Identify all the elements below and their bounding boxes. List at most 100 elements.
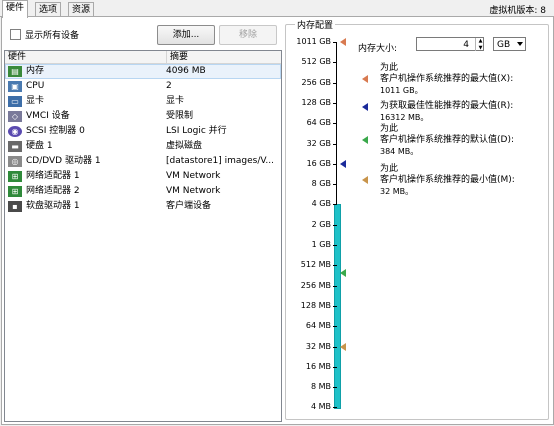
list-item-label: 内存 <box>26 66 45 76</box>
tab-resources[interactable]: 资源 <box>68 2 95 17</box>
legend-item: 为此 客户机操作系统推荐的默认值(D): 384 MB。 <box>380 124 548 157</box>
legend-marker-icon <box>362 75 368 83</box>
list-item-label: 软盘驱动器 1 <box>26 201 80 211</box>
scale-tick-label: 512 GB <box>301 57 332 67</box>
scale-tick <box>333 387 337 389</box>
floppy-icon: ▪ <box>8 201 22 212</box>
tab-hardware[interactable]: 硬件 <box>2 0 29 18</box>
memory-size-input[interactable]: 4 <box>416 37 484 51</box>
scale-tick-label: 256 MB <box>300 280 331 290</box>
legend-line1: 为此 <box>380 63 399 73</box>
show-all-devices-label: 显示所有设备 <box>25 31 80 41</box>
legend-value: 16312 MB。 <box>380 113 429 122</box>
legend-line2: 客户机操作系统推荐的最小值(M): <box>380 175 515 185</box>
scale-tick <box>333 245 337 246</box>
scale-tick-label: 512 MB <box>300 260 331 270</box>
show-all-devices-checkbox[interactable]: 显示所有设备 <box>10 28 79 41</box>
legend-line1: 为此 <box>380 164 399 174</box>
list-item-summary: [datastore1] images/V... <box>166 156 274 166</box>
list-item-label: CPU <box>26 81 45 91</box>
list-item-video-card[interactable]: ▭ 显卡 显卡 <box>5 94 281 109</box>
add-button[interactable]: 添加... <box>157 25 215 45</box>
column-hardware[interactable]: 硬件 <box>5 51 167 63</box>
scale-tick <box>333 143 337 145</box>
chevron-down-icon <box>517 42 523 46</box>
scale-tick <box>333 82 337 84</box>
list-item-summary: 客户端设备 <box>166 201 212 211</box>
scale-tick-label: 8 MB <box>310 382 331 392</box>
memory-icon: ▤ <box>8 66 22 77</box>
scale-tick-label: 8 GB <box>311 179 331 189</box>
scale-tick-label: 64 MB <box>305 321 331 331</box>
memory-config-title: 内存配置 <box>295 18 336 31</box>
memory-unit-value: GB <box>497 40 511 50</box>
list-item-summary: VM Network <box>166 186 221 196</box>
max-recommended-marker <box>340 38 346 46</box>
list-item-label: 网络适配器 2 <box>26 186 80 196</box>
legend-line2: 客户机操作系统推荐的默认值(D): <box>380 135 514 145</box>
scale-tick <box>333 305 337 307</box>
legend-item: 为此 客户机操作系统推荐的最大值(X): 1011 GB。 <box>380 63 548 96</box>
memory-size-label: 内存大小: <box>358 44 398 54</box>
column-summary[interactable]: 摘要 <box>167 51 188 63</box>
tab-options[interactable]: 选项 <box>35 2 62 17</box>
vm-version-label: 虚拟机版本: 8 <box>489 6 546 16</box>
list-item-hard-disk[interactable]: ▬ 硬盘 1 虚拟磁盘 <box>5 139 281 154</box>
legend-item: 为此 客户机操作系统推荐的最小值(M): 32 MB。 <box>380 164 548 197</box>
scale-tick <box>333 224 337 226</box>
scale-tick-label: 16 GB <box>306 158 331 168</box>
list-item-label: CD/DVD 驱动器 1 <box>26 156 101 166</box>
list-item-summary: 显卡 <box>166 96 185 106</box>
video-card-icon: ▭ <box>8 96 22 107</box>
min-recommended-marker <box>340 342 346 351</box>
memory-unit-select[interactable]: GB <box>493 37 526 51</box>
scale-tick-label: 4 MB <box>310 402 331 412</box>
legend-value: 1011 GB。 <box>380 86 423 95</box>
scale-tick <box>333 163 337 165</box>
default-recommended-marker <box>340 269 346 278</box>
spinner-down-icon[interactable]: ▼ <box>476 45 485 52</box>
list-item-vmci[interactable]: ◇ VMCI 设备 受限制 <box>5 109 281 124</box>
scale-tick-label: 32 GB <box>306 138 331 148</box>
scale-tick <box>333 62 337 64</box>
network-adapter-icon: ⊞ <box>8 171 22 182</box>
legend-marker-icon <box>362 136 368 144</box>
list-item-floppy[interactable]: ▪ 软盘驱动器 1 客户端设备 <box>5 199 281 214</box>
legend-item: 为获取最佳性能推荐的最大值(R): 16312 MB。 <box>380 101 548 123</box>
scale-tick <box>333 326 337 328</box>
list-item-network-adapter-1[interactable]: ⊞ 网络适配器 1 VM Network <box>5 169 281 184</box>
list-item-summary: 受限制 <box>166 111 194 121</box>
checkbox-box[interactable] <box>10 29 21 40</box>
list-item-cd-dvd[interactable]: ◎ CD/DVD 驱动器 1 [datastore1] images/V... <box>5 154 281 169</box>
legend-line1: 为此 <box>380 124 399 134</box>
scale-tick-label: 32 MB <box>305 341 331 351</box>
scale-tick-label: 64 GB <box>306 118 331 128</box>
list-item-summary: 2 <box>166 81 172 91</box>
legend-value: 32 MB。 <box>380 187 414 196</box>
legend-value: 384 MB。 <box>380 147 419 156</box>
list-item-label: VMCI 设备 <box>26 111 70 121</box>
list-item-label: 硬盘 1 <box>26 141 53 151</box>
remove-button[interactable]: 移除 <box>219 25 277 45</box>
list-item-scsi-controller[interactable]: ◉ SCSI 控制器 0 LSI Logic 并行 <box>5 124 281 139</box>
list-header: 硬件 摘要 <box>5 51 281 64</box>
memory-level-bar <box>334 204 341 410</box>
scale-tick <box>333 204 337 206</box>
list-item-summary: LSI Logic 并行 <box>166 126 227 136</box>
best-performance-marker <box>340 159 346 168</box>
list-item-network-adapter-2[interactable]: ⊞ 网络适配器 2 VM Network <box>5 184 281 199</box>
hard-disk-icon: ▬ <box>8 141 22 152</box>
memory-size-spinner[interactable]: ▲ ▼ <box>475 38 485 51</box>
list-item-summary: 4096 MB <box>166 66 206 76</box>
legend-line2: 为获取最佳性能推荐的最大值(R): <box>380 101 514 111</box>
scale-tick-label: 16 MB <box>305 361 331 371</box>
list-item-memory[interactable]: ▤ 内存 4096 MB <box>5 64 281 79</box>
list-item-cpu[interactable]: ▣ CPU 2 <box>5 79 281 94</box>
list-item-label: 网络适配器 1 <box>26 171 80 181</box>
legend-marker-icon <box>362 176 368 184</box>
scale-tick-label: 1011 GB <box>296 37 331 46</box>
scale-tick <box>333 285 337 287</box>
list-item-label: SCSI 控制器 0 <box>26 126 85 136</box>
cd-dvd-icon: ◎ <box>8 156 22 167</box>
scale-tick <box>333 102 337 104</box>
